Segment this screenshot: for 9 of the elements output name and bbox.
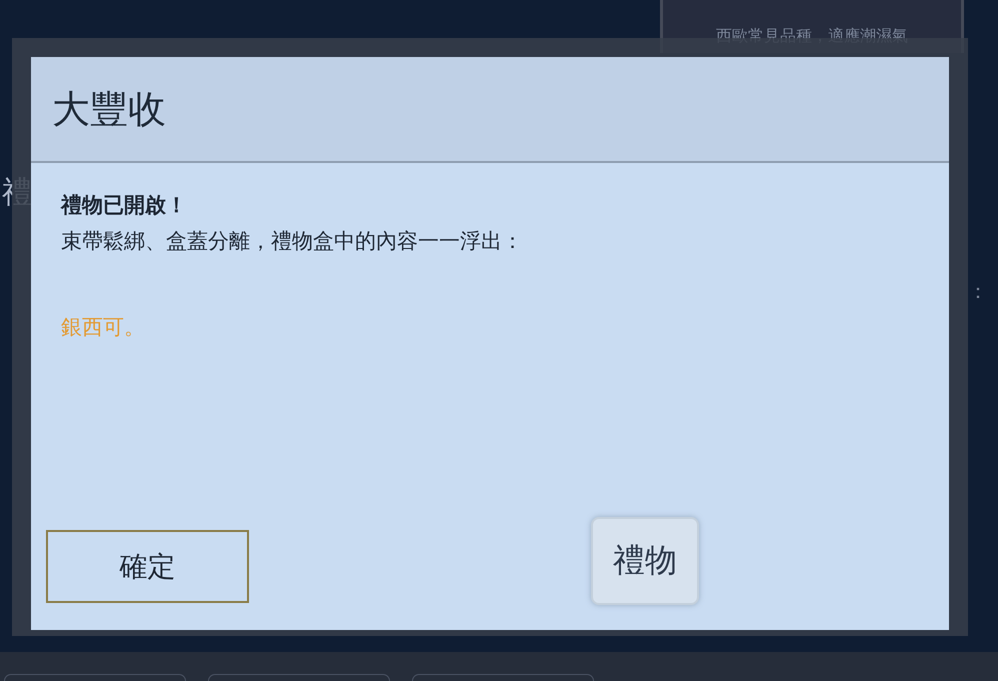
panel-caption: 西歐常見品種，適應潮濕氣 [716, 26, 908, 47]
message-heading: 禮物已開啟！ [61, 192, 188, 219]
message-text: 束帶鬆綁、盒蓋分離，禮物盒中的內容一一浮出： [61, 228, 524, 255]
dialog-title: 大豐收 [52, 86, 166, 132]
gift-button[interactable]: 禮物 [591, 517, 699, 605]
confirm-button[interactable]: 確定 [46, 530, 249, 603]
reward-text: 銀西可。 [61, 314, 146, 341]
section-label: 禮 [2, 174, 32, 212]
label-colon: ： [968, 278, 988, 305]
